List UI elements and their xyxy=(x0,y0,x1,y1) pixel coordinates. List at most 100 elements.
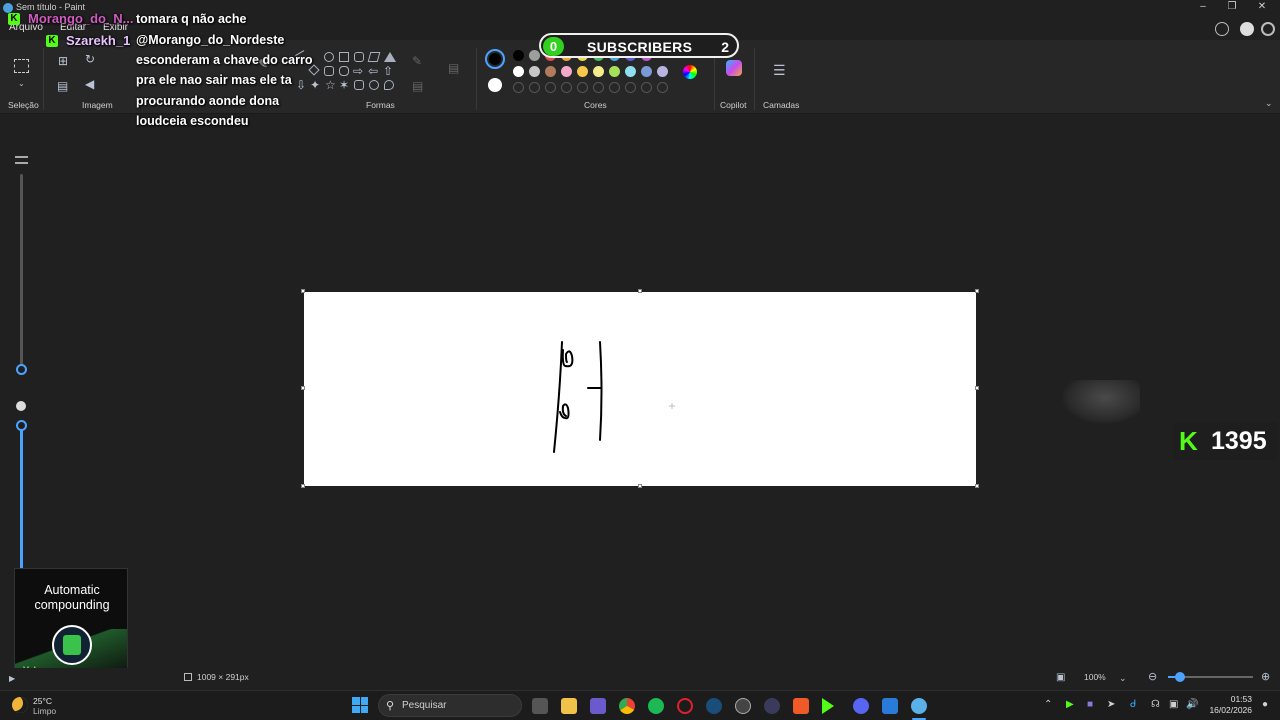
right-arrow-shape-icon[interactable]: ⇨ xyxy=(353,65,363,77)
opacity-slider-knob[interactable] xyxy=(16,420,27,431)
tray-app-icon[interactable]: ■ xyxy=(1087,699,1093,710)
brave-icon[interactable] xyxy=(793,698,809,714)
app-icon[interactable] xyxy=(764,698,780,714)
fit-to-window-icon[interactable]: ▣ xyxy=(1056,672,1065,684)
steam-icon[interactable] xyxy=(706,698,722,714)
account-icon[interactable] xyxy=(1240,22,1254,36)
zoom-level[interactable]: 100% xyxy=(1084,672,1106,682)
custom-color-slot[interactable] xyxy=(641,82,652,93)
resize-handle-right[interactable] xyxy=(975,386,979,390)
resize-handle-top[interactable] xyxy=(638,289,642,293)
fill-style-icon[interactable]: ▤ xyxy=(412,80,423,92)
show-hidden-icons-icon[interactable]: ⌃ xyxy=(1044,699,1052,710)
bluetooth-icon[interactable]: ᑯ xyxy=(1130,699,1136,710)
pentagon-shape-icon[interactable] xyxy=(324,66,334,76)
up-arrow-shape-icon[interactable]: ⇧ xyxy=(383,65,393,77)
hexagon-shape-icon[interactable] xyxy=(339,66,349,76)
palette-swatch[interactable] xyxy=(593,66,604,77)
spotify-icon[interactable] xyxy=(648,698,664,714)
discord-icon[interactable] xyxy=(853,698,869,714)
secondary-color-swatch[interactable] xyxy=(488,78,502,92)
palette-swatch[interactable] xyxy=(545,66,556,77)
palette-swatch[interactable] xyxy=(513,66,524,77)
triangle-shape-icon[interactable] xyxy=(384,52,396,62)
zoom-dropdown-chevron-icon[interactable]: ⌄ xyxy=(1119,672,1127,684)
custom-color-slot[interactable] xyxy=(561,82,572,93)
settings-gear-icon[interactable] xyxy=(1261,22,1275,36)
resize-handle-bottom-right[interactable] xyxy=(975,484,979,488)
app-grid-icon[interactable] xyxy=(590,698,606,714)
resize-handle-bottom-left[interactable] xyxy=(301,484,305,488)
rounded-rectangle-shape-icon[interactable] xyxy=(354,52,364,62)
share-icon[interactable] xyxy=(1215,22,1229,36)
opacity-slider-track[interactable] xyxy=(20,426,23,576)
edit-colors-icon[interactable] xyxy=(683,65,697,79)
selection-dropdown-chevron-icon[interactable]: ⌄ xyxy=(18,78,25,90)
drawing-canvas[interactable] xyxy=(304,292,976,486)
callout-oval-shape-icon[interactable] xyxy=(369,80,379,90)
crop-icon[interactable]: ⊞ xyxy=(58,55,68,67)
palette-swatch[interactable] xyxy=(513,50,524,61)
file-explorer-icon[interactable] xyxy=(561,698,577,714)
palette-swatch[interactable] xyxy=(625,66,636,77)
five-point-star-shape-icon[interactable]: ☆ xyxy=(325,79,336,91)
close-button[interactable]: ✕ xyxy=(1245,0,1279,16)
tray-kick-icon[interactable]: ▶ xyxy=(1066,699,1074,710)
palette-swatch[interactable] xyxy=(529,66,540,77)
custom-color-slot[interactable] xyxy=(529,82,540,93)
custom-color-slot[interactable] xyxy=(657,82,668,93)
outline-style-icon[interactable]: ✎ xyxy=(412,55,422,67)
palette-swatch[interactable] xyxy=(529,50,540,61)
layers-icon[interactable]: ☰ xyxy=(773,63,786,77)
taskbar-clock[interactable]: 01:53 16/02/2026 xyxy=(1208,694,1252,716)
custom-color-slot[interactable] xyxy=(625,82,636,93)
callout-cloud-shape-icon[interactable] xyxy=(384,80,394,90)
volume-icon[interactable]: 🔊 xyxy=(1186,699,1198,710)
flip-icon[interactable]: ◀ xyxy=(85,78,94,90)
palette-swatch[interactable] xyxy=(609,66,620,77)
zoom-slider-knob[interactable] xyxy=(1175,672,1185,682)
task-view-icon[interactable] xyxy=(532,698,548,714)
network-icon[interactable]: ▣ xyxy=(1169,699,1178,710)
resize-handle-left[interactable] xyxy=(301,386,305,390)
rotate-icon[interactable]: ↻ xyxy=(85,53,95,65)
paint-taskbar-icon[interactable] xyxy=(911,698,927,714)
custom-color-slot[interactable] xyxy=(577,82,588,93)
windows-start-icon[interactable] xyxy=(352,697,368,713)
zoom-out-icon[interactable]: ⊖ xyxy=(1148,671,1157,683)
image-adjust-icon[interactable]: ▤ xyxy=(57,80,68,92)
restore-button[interactable]: ❐ xyxy=(1215,0,1249,16)
custom-color-slot[interactable] xyxy=(609,82,620,93)
six-point-star-shape-icon[interactable]: ✶ xyxy=(339,79,349,91)
tray-arrow-icon[interactable]: ➤ xyxy=(1107,699,1115,710)
chrome-icon[interactable] xyxy=(619,698,635,714)
custom-color-slot[interactable] xyxy=(545,82,556,93)
copilot-icon[interactable] xyxy=(726,60,742,76)
opera-icon[interactable] xyxy=(677,698,693,714)
shape-size-icon[interactable]: ▤ xyxy=(448,62,459,74)
microphone-icon[interactable]: ☊ xyxy=(1151,699,1160,710)
notifications-icon[interactable]: ● xyxy=(1262,699,1268,710)
zoom-in-icon[interactable]: ⊕ xyxy=(1261,671,1270,683)
palette-swatch[interactable] xyxy=(657,66,668,77)
collapse-ribbon-chevron-icon[interactable]: ⌄ xyxy=(1265,97,1273,109)
resize-handle-bottom[interactable] xyxy=(638,484,642,488)
resize-handle-top-right[interactable] xyxy=(975,289,979,293)
custom-color-slot[interactable] xyxy=(513,82,524,93)
notepad-icon[interactable] xyxy=(882,698,898,714)
kick-app-icon[interactable] xyxy=(822,698,834,714)
left-arrow-shape-icon[interactable]: ⇦ xyxy=(368,65,378,77)
size-slider-knob[interactable] xyxy=(16,364,27,375)
size-slider-track[interactable] xyxy=(20,174,23,370)
rectangle-shape-icon[interactable] xyxy=(339,52,349,62)
taskbar-search[interactable]: ⚲ Pesquisar xyxy=(378,694,522,717)
selection-tool-icon[interactable] xyxy=(14,59,29,73)
primary-color-selector[interactable] xyxy=(485,49,505,69)
resize-handle-top-left[interactable] xyxy=(301,289,305,293)
palette-swatch[interactable] xyxy=(561,66,572,77)
callout-rect-shape-icon[interactable] xyxy=(354,80,364,90)
down-arrow-shape-icon[interactable]: ⇩ xyxy=(296,79,306,91)
obs-icon[interactable] xyxy=(735,698,751,714)
palette-swatch[interactable] xyxy=(641,66,652,77)
oval-shape-icon[interactable] xyxy=(324,52,334,62)
